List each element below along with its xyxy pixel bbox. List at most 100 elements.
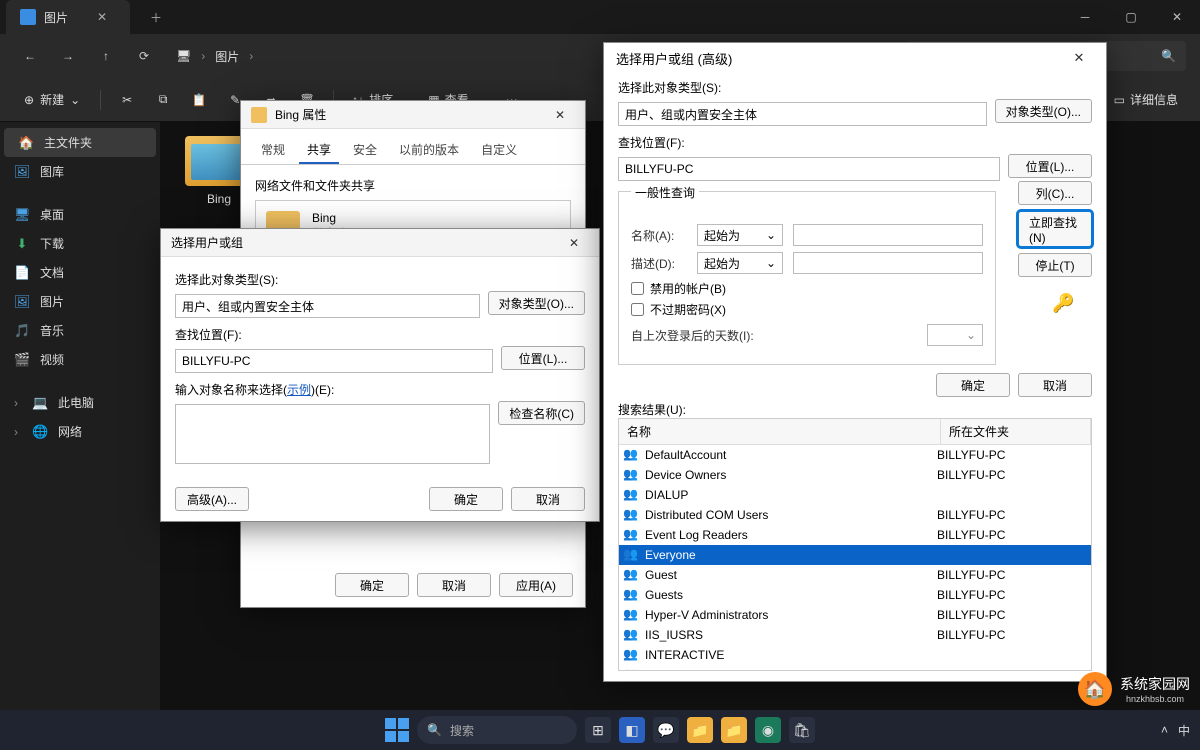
store-icon[interactable]: 🛍: [789, 717, 815, 743]
result-row[interactable]: 👥DIALUP: [619, 485, 1091, 505]
locations-button[interactable]: 位置(L)...: [1008, 154, 1092, 178]
chevron-down-icon: ⌄: [766, 256, 776, 270]
apply-button[interactable]: 应用(A): [499, 573, 573, 597]
result-row[interactable]: 👥IUSR: [619, 665, 1091, 670]
back-button[interactable]: ←: [14, 40, 46, 72]
details-pane-button[interactable]: ▭ 详细信息: [1106, 87, 1186, 112]
result-row[interactable]: 👥Everyone: [619, 545, 1091, 565]
copy-icon[interactable]: ⧉: [147, 84, 179, 116]
desc-query-input[interactable]: [793, 252, 983, 274]
result-row[interactable]: 👥Distributed COM UsersBILLYFU-PC: [619, 505, 1091, 525]
cut-icon[interactable]: ✂: [111, 84, 143, 116]
result-row[interactable]: 👥Device OwnersBILLYFU-PC: [619, 465, 1091, 485]
object-type-field[interactable]: 用户、组或内置安全主体: [618, 102, 987, 126]
advanced-button[interactable]: 高级(A)...: [175, 487, 249, 511]
cancel-button[interactable]: 取消: [417, 573, 491, 597]
close-tab-icon[interactable]: ✕: [88, 3, 116, 31]
dialog-titlebar[interactable]: 选择用户或组 ✕: [161, 229, 599, 257]
stop-button[interactable]: 停止(T): [1018, 253, 1092, 277]
sidebar-item-desktop[interactable]: 🖥桌面: [0, 200, 160, 229]
close-icon[interactable]: ✕: [1064, 50, 1094, 66]
tab-security[interactable]: 安全: [345, 137, 385, 164]
locations-button[interactable]: 位置(L)...: [501, 346, 585, 370]
refresh-button[interactable]: ⟳: [128, 40, 160, 72]
object-names-input[interactable]: [175, 404, 490, 464]
cancel-button[interactable]: 取消: [1018, 373, 1092, 397]
disabled-accounts-checkbox[interactable]: [631, 282, 644, 295]
name-mode-combo[interactable]: 起始为⌄: [697, 224, 783, 246]
result-row[interactable]: 👥GuestsBILLYFU-PC: [619, 585, 1091, 605]
check-names-button[interactable]: 检查名称(C): [498, 401, 585, 425]
location-field[interactable]: BILLYFU-PC: [175, 349, 493, 373]
sidebar-item-documents[interactable]: 📄文档: [0, 258, 160, 287]
explorer-icon[interactable]: 📁: [721, 717, 747, 743]
object-types-button[interactable]: 对象类型(O)...: [488, 291, 585, 315]
sidebar-item-downloads[interactable]: ⬇下载: [0, 229, 160, 258]
name-query-input[interactable]: [793, 224, 983, 246]
breadcrumb[interactable]: 图片: [215, 48, 239, 65]
sidebar-item-thispc[interactable]: ›💻此电脑: [0, 388, 160, 417]
up-button[interactable]: ↑: [90, 40, 122, 72]
column-name[interactable]: 名称: [619, 419, 941, 444]
find-now-button[interactable]: 立即查找(N): [1018, 211, 1092, 247]
system-tray[interactable]: ˄ 中: [1161, 722, 1190, 739]
widgets-icon[interactable]: ◧: [619, 717, 645, 743]
edge-icon[interactable]: ◉: [755, 717, 781, 743]
ok-button[interactable]: 确定: [429, 487, 503, 511]
result-name: IUSR: [645, 668, 937, 670]
explorer-icon[interactable]: 📁: [687, 717, 713, 743]
columns-button[interactable]: 列(C)...: [1018, 181, 1092, 205]
dialog-titlebar[interactable]: Bing 属性 ✕: [241, 101, 585, 129]
sidebar-item-pictures[interactable]: 🖼图片: [0, 287, 160, 316]
tab-share[interactable]: 共享: [299, 137, 339, 164]
column-folder[interactable]: 所在文件夹: [941, 419, 1091, 444]
sidebar-item-home[interactable]: 🏠主文件夹: [4, 128, 156, 157]
ok-button[interactable]: 确定: [335, 573, 409, 597]
close-icon[interactable]: ✕: [559, 236, 589, 250]
ok-button[interactable]: 确定: [936, 373, 1010, 397]
result-row[interactable]: 👥Hyper-V AdministratorsBILLYFU-PC: [619, 605, 1091, 625]
new-tab-button[interactable]: ＋: [142, 3, 170, 31]
taskview-icon[interactable]: ⊞: [585, 717, 611, 743]
close-icon[interactable]: ✕: [545, 108, 575, 122]
sidebar-item-music[interactable]: 🎵音乐: [0, 316, 160, 345]
forward-button[interactable]: →: [52, 40, 84, 72]
result-row[interactable]: 👥INTERACTIVE: [619, 645, 1091, 665]
cancel-button[interactable]: 取消: [511, 487, 585, 511]
results-list[interactable]: 👥DefaultAccountBILLYFU-PC👥Device OwnersB…: [619, 445, 1091, 670]
tab-previous[interactable]: 以前的版本: [391, 137, 467, 164]
desc-mode-combo[interactable]: 起始为⌄: [697, 252, 783, 274]
new-button[interactable]: ⊕ 新建 ⌄: [14, 87, 90, 112]
taskbar-search[interactable]: 🔍搜索: [417, 716, 577, 744]
start-button[interactable]: [385, 718, 409, 742]
chat-icon[interactable]: 💬: [653, 717, 679, 743]
examples-link[interactable]: 示例: [287, 383, 311, 397]
gallery-icon: 🖼: [14, 164, 30, 180]
paste-icon[interactable]: 📋: [183, 84, 215, 116]
result-row[interactable]: 👥GuestBILLYFU-PC: [619, 565, 1091, 585]
principal-icon: 👥: [623, 567, 639, 583]
result-row[interactable]: 👥IIS_IUSRSBILLYFU-PC: [619, 625, 1091, 645]
maximize-button[interactable]: ▢: [1108, 0, 1154, 34]
object-type-field[interactable]: 用户、组或内置安全主体: [175, 294, 480, 318]
window-tab[interactable]: 图片 ✕: [6, 0, 130, 34]
object-types-button[interactable]: 对象类型(O)...: [995, 99, 1092, 123]
result-row[interactable]: 👥DefaultAccountBILLYFU-PC: [619, 445, 1091, 465]
sidebar-item-network[interactable]: ›🌐网络: [0, 417, 160, 446]
tab-title: 图片: [44, 9, 68, 26]
results-header[interactable]: 名称 所在文件夹: [619, 419, 1091, 445]
result-row[interactable]: 👥Event Log ReadersBILLYFU-PC: [619, 525, 1091, 545]
dialog-titlebar[interactable]: 选择用户或组 (高级) ✕: [604, 43, 1106, 73]
tab-general[interactable]: 常规: [253, 137, 293, 164]
ime-indicator[interactable]: 中: [1178, 722, 1190, 739]
titlebar: 图片 ✕ ＋ ─ ▢ ✕: [0, 0, 1200, 34]
minimize-button[interactable]: ─: [1062, 0, 1108, 34]
chevron-up-icon[interactable]: ˄: [1161, 723, 1168, 737]
location-field[interactable]: BILLYFU-PC: [618, 157, 1000, 181]
tab-custom[interactable]: 自定义: [473, 137, 525, 164]
separator: [100, 90, 101, 110]
close-window-button[interactable]: ✕: [1154, 0, 1200, 34]
nonexpiring-checkbox[interactable]: [631, 303, 644, 316]
sidebar-item-gallery[interactable]: 🖼图库: [0, 157, 160, 186]
sidebar-item-videos[interactable]: 🎬视频: [0, 345, 160, 374]
